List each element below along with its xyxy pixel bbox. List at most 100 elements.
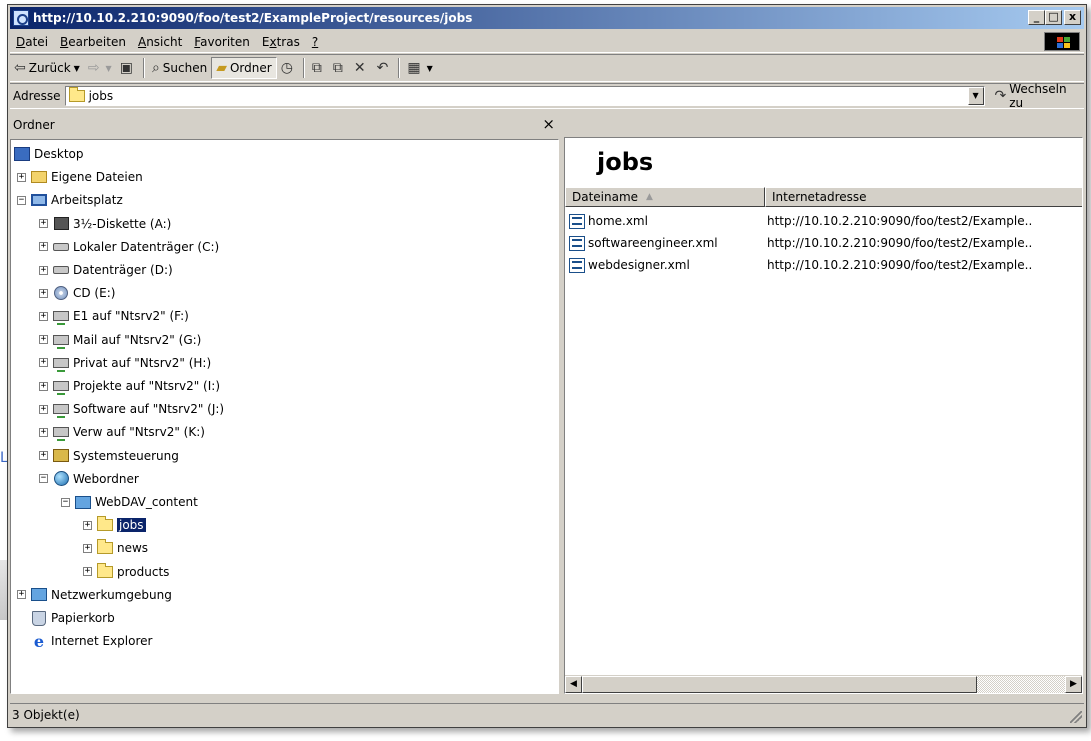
- tree-item[interactable]: Papierkorb: [17, 607, 115, 629]
- network-drive-icon-shape: [53, 334, 69, 349]
- explorer-window: http://10.10.2.210:9090/foo/test2/Exampl…: [7, 4, 1087, 728]
- expand-icon[interactable]: +: [39, 404, 48, 414]
- expand-icon[interactable]: +: [39, 451, 48, 461]
- menu-favoriten[interactable]: Favoriten: [188, 35, 256, 49]
- collapse-icon[interactable]: −: [17, 195, 26, 205]
- menu-bearbeiten[interactable]: Bearbeiten: [54, 35, 132, 49]
- tree-item[interactable]: + news: [83, 537, 148, 559]
- menu-ansicht[interactable]: Ansicht: [132, 35, 188, 49]
- tree-item[interactable]: + Verw auf "Ntsrv2" (K:): [39, 421, 205, 443]
- scroll-left-button[interactable]: ◀: [565, 676, 582, 693]
- explorer-app-icon[interactable]: [13, 10, 29, 26]
- expand-icon[interactable]: +: [83, 520, 92, 530]
- up-folder-button[interactable]: ▣: [116, 57, 140, 79]
- column-header-url[interactable]: Internetadresse: [765, 187, 1082, 207]
- search-icon: ⌕: [151, 60, 160, 76]
- delete-icon: ✕: [353, 60, 366, 76]
- tree-item[interactable]: + Privat auf "Ntsrv2" (H:): [39, 352, 211, 374]
- menu-extras[interactable]: Extras: [256, 35, 306, 49]
- file-row[interactable]: home.xml http://10.10.2.210:9090/foo/test…: [565, 210, 1082, 232]
- network-drive-icon: [52, 332, 70, 349]
- forward-dropdown-icon[interactable]: ▼: [106, 64, 112, 73]
- tree-item[interactable]: + Projekte auf "Ntsrv2" (I:): [39, 375, 220, 397]
- back-dropdown-icon[interactable]: ▼: [74, 64, 80, 73]
- move-to-button[interactable]: ⧉: [308, 57, 329, 79]
- close-folders-pane-button[interactable]: ×: [542, 115, 555, 133]
- go-button[interactable]: ↷ Wechseln zu: [995, 82, 1084, 110]
- tree-item[interactable]: e Internet Explorer: [17, 630, 153, 652]
- collapse-icon[interactable]: −: [39, 474, 48, 484]
- tree-item[interactable]: Desktop: [13, 143, 84, 165]
- file-row[interactable]: webdesigner.xml http://10.10.2.210:9090/f…: [565, 254, 1082, 276]
- tree-item[interactable]: − WebDAV_content: [61, 491, 198, 513]
- collapse-icon[interactable]: −: [61, 497, 70, 507]
- search-button[interactable]: ⌕ Suchen: [148, 57, 211, 79]
- windows-logo-icon: [1044, 32, 1080, 51]
- tree-item[interactable]: + Eigene Dateien: [17, 166, 143, 188]
- control-panel-icon: [52, 448, 70, 464]
- network-drive-icon: [52, 308, 70, 326]
- resize-grip-icon[interactable]: [1070, 711, 1082, 723]
- computer-icon: [30, 192, 48, 208]
- menu-help[interactable]: ?: [306, 35, 324, 49]
- sort-ascending-icon: ▲: [646, 192, 653, 202]
- views-button[interactable]: ▦ ▼: [403, 57, 436, 79]
- network-drive-icon: [52, 378, 70, 395]
- tree-item[interactable]: +3½-Diskette (A:): [39, 213, 171, 235]
- folders-button[interactable]: ▰ Ordner: [211, 57, 277, 79]
- tree-item[interactable]: + Datenträger (D:): [39, 259, 173, 281]
- column-header-name[interactable]: Dateiname ▲: [565, 187, 765, 207]
- expand-icon[interactable]: +: [39, 265, 48, 275]
- expand-icon[interactable]: +: [17, 172, 26, 182]
- undo-button[interactable]: ↶: [373, 57, 396, 79]
- back-button[interactable]: ⇦ Zurück ▼: [10, 57, 84, 79]
- tree-item[interactable]: − Webordner: [39, 468, 139, 490]
- copy-to-button[interactable]: ⧉: [329, 57, 350, 79]
- delete-button[interactable]: ✕: [350, 57, 373, 79]
- documents-icon-shape: [31, 171, 47, 184]
- scroll-right-button[interactable]: ▶: [1065, 676, 1082, 693]
- expand-icon[interactable]: +: [83, 567, 92, 577]
- expand-icon[interactable]: +: [39, 288, 48, 298]
- close-button[interactable]: x: [1064, 10, 1081, 25]
- expand-icon[interactable]: +: [39, 358, 48, 368]
- tree-item[interactable]: + CD (E:): [39, 282, 115, 304]
- scrollbar-thumb[interactable]: [582, 676, 977, 693]
- folder-icon: [96, 562, 114, 580]
- expand-icon[interactable]: +: [39, 335, 48, 345]
- expand-icon[interactable]: +: [39, 242, 48, 252]
- recycle-bin-icon: [30, 610, 48, 626]
- tree-item[interactable]: + Mail auf "Ntsrv2" (G:): [39, 329, 201, 351]
- tree-item[interactable]: + products: [83, 561, 169, 583]
- file-name: home.xml: [588, 214, 648, 228]
- expand-icon[interactable]: +: [39, 427, 48, 437]
- tree-item[interactable]: − Arbeitsplatz: [17, 189, 123, 211]
- expand-icon[interactable]: +: [83, 543, 92, 553]
- tree-item[interactable]: + E1 auf "Ntsrv2" (F:): [39, 305, 189, 327]
- tree-item[interactable]: + Software auf "Ntsrv2" (J:): [39, 398, 224, 420]
- web-folders-icon: [52, 471, 70, 487]
- expand-icon[interactable]: +: [39, 219, 48, 229]
- tree-item[interactable]: + Systemsteuerung: [39, 445, 179, 467]
- address-input[interactable]: jobs ▼: [64, 86, 985, 106]
- drive-icon: [52, 239, 70, 255]
- minimize-button[interactable]: _: [1028, 10, 1045, 25]
- tree-item[interactable]: + jobs: [83, 514, 146, 536]
- forward-button[interactable]: ⇨ ▼: [84, 57, 116, 79]
- expand-icon[interactable]: +: [39, 311, 48, 321]
- title-bar[interactable]: http://10.10.2.210:9090/foo/test2/Exampl…: [10, 7, 1084, 29]
- expand-icon[interactable]: +: [39, 381, 48, 391]
- horizontal-scrollbar[interactable]: ◀ ▶: [565, 675, 1082, 693]
- file-list-pane[interactable]: jobs Dateiname ▲ Internetadresse home.xm…: [564, 137, 1083, 694]
- tree-item[interactable]: + Lokaler Datenträger (C:): [39, 236, 219, 258]
- tree-item[interactable]: + Netzwerkumgebung: [17, 584, 172, 606]
- menu-datei[interactable]: Datei: [10, 35, 54, 49]
- history-button[interactable]: ◷: [277, 57, 300, 79]
- views-dropdown-icon[interactable]: ▼: [427, 64, 433, 73]
- address-dropdown-button[interactable]: ▼: [967, 87, 984, 105]
- file-row[interactable]: softwareengineer.xml http://10.10.2.210:9…: [565, 232, 1082, 254]
- expand-icon[interactable]: +: [17, 590, 26, 600]
- folders-tree-pane[interactable]: Desktop + Eigene Dateien − Arbeitsplatz +3½-D…: [10, 139, 559, 694]
- folder-icon: [96, 516, 114, 533]
- maximize-button[interactable]: □: [1045, 10, 1062, 25]
